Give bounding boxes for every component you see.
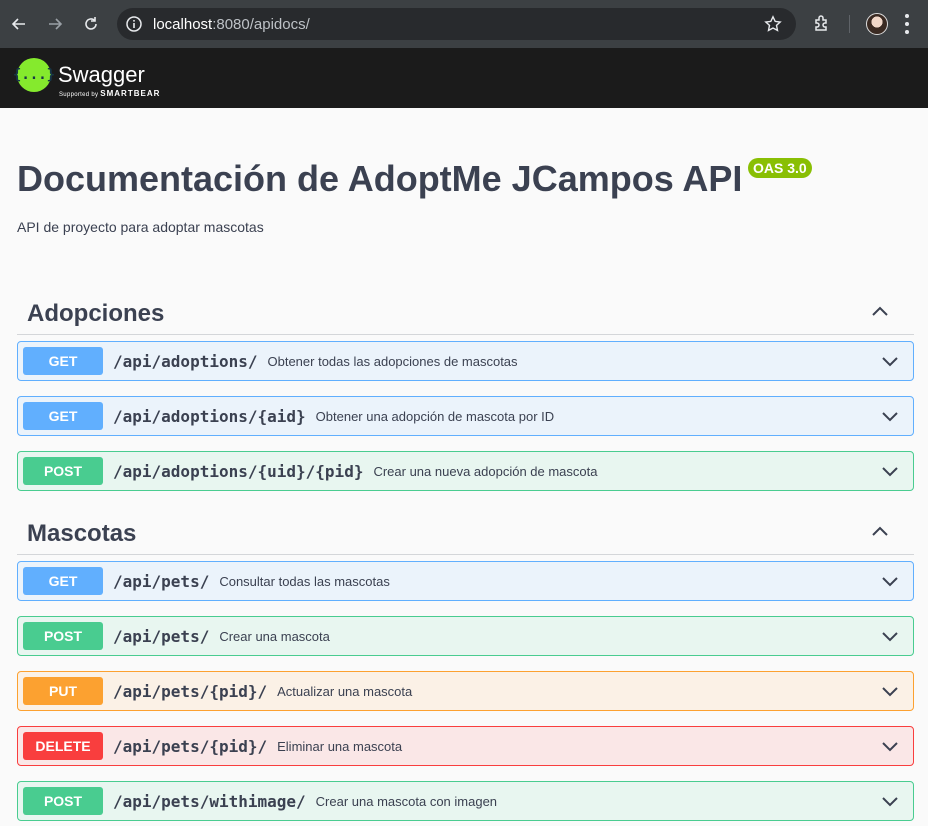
operation-delete-pet[interactable]: DELETE /api/pets/{pid}/ Eliminar una mas… [17, 726, 914, 766]
chevron-down-icon[interactable] [879, 350, 901, 372]
site-info-icon[interactable] [125, 15, 143, 33]
toolbar-divider [849, 15, 850, 33]
operation-path: /api/pets/withimage/ [113, 791, 306, 811]
operation-path: /api/pets/{pid}/ [113, 736, 268, 756]
operation-post-pet[interactable]: POST /api/pets/ Crear una mascota [17, 616, 914, 656]
page-title: Documentación de AdoptMe JCampos API [17, 158, 743, 199]
reload-icon [85, 17, 97, 30]
chevron-down-icon[interactable] [879, 405, 901, 427]
chevron-down-icon[interactable] [879, 625, 901, 647]
operation-path: /api/pets/ [113, 571, 210, 591]
method-badge: GET [23, 402, 103, 430]
method-badge: PUT [23, 677, 103, 705]
method-badge: DELETE [23, 732, 103, 760]
operation-get-pets[interactable]: GET /api/pets/ Consultar todas las masco… [17, 561, 914, 601]
extensions-puzzle-icon[interactable] [812, 14, 832, 34]
operation-path: /api/adoptions/ [113, 351, 258, 371]
forward-button[interactable] [42, 11, 68, 37]
address-bar[interactable]: localhost:8080/apidocs/ [117, 8, 796, 40]
operation-put-pet[interactable]: PUT /api/pets/{pid}/ Actualizar una masc… [17, 671, 914, 711]
chevron-up-icon[interactable] [868, 300, 892, 324]
chevron-down-icon[interactable] [879, 460, 901, 482]
chevron-down-icon[interactable] [879, 680, 901, 702]
method-badge: GET [23, 567, 103, 595]
section-header-mascotas[interactable]: Mascotas [17, 506, 914, 555]
chevron-down-icon[interactable] [879, 570, 901, 592]
browser-toolbar: localhost:8080/apidocs/ [0, 0, 928, 48]
operation-post-adoption[interactable]: POST /api/adoptions/{uid}/{pid} Crear un… [17, 451, 914, 491]
method-badge: POST [23, 457, 103, 485]
swagger-brand[interactable]: Swagger [58, 62, 145, 88]
arrow-right-icon [49, 18, 63, 30]
section-title: Adopciones [27, 300, 165, 327]
swagger-topbar: {...} Swagger Supported by SMARTBEAR [0, 48, 928, 108]
operation-summary: Crear una mascota [219, 628, 330, 644]
operation-path: /api/adoptions/{uid}/{pid} [113, 461, 364, 481]
operation-path: /api/pets/ [113, 626, 210, 646]
operation-summary: Consultar todas las mascotas [219, 573, 390, 589]
operation-get-adoption-by-id[interactable]: GET /api/adoptions/{aid} Obtener una ado… [17, 396, 914, 436]
url-text: localhost:8080/apidocs/ [153, 15, 310, 33]
method-badge: POST [23, 787, 103, 815]
operation-post-pet-withimage[interactable]: POST /api/pets/withimage/ Crear una masc… [17, 781, 914, 821]
operation-summary: Eliminar una mascota [277, 738, 403, 754]
operation-path: /api/adoptions/{aid} [113, 406, 306, 426]
arrow-left-icon [11, 18, 25, 30]
oas-version-badge: OAS 3.0 [748, 158, 812, 178]
reload-button[interactable] [78, 11, 104, 37]
chevron-down-icon[interactable] [879, 735, 901, 757]
section-header-adopciones[interactable]: Adopciones [17, 286, 914, 335]
profile-avatar[interactable] [866, 13, 888, 35]
operation-summary: Obtener todas las adopciones de mascotas [267, 353, 518, 369]
operation-summary: Actualizar una mascota [277, 683, 413, 699]
chevron-down-icon[interactable] [879, 790, 901, 812]
operation-path: /api/pets/{pid}/ [113, 681, 268, 701]
chevron-up-icon[interactable] [868, 520, 892, 544]
operation-summary: Crear una mascota con imagen [315, 793, 498, 809]
operation-summary: Obtener una adopción de mascota por ID [315, 408, 555, 424]
method-badge: POST [23, 622, 103, 650]
api-description: API de proyecto para adoptar mascotas [17, 219, 264, 235]
section-title: Mascotas [27, 520, 137, 547]
operation-summary: Crear una nueva adopción de mascota [373, 463, 598, 479]
method-badge: GET [23, 347, 103, 375]
supported-by-text: Supported by SMARTBEAR [59, 89, 161, 98]
operation-get-adoptions[interactable]: GET /api/adoptions/ Obtener todas las ad… [17, 341, 914, 381]
bookmark-star-icon[interactable] [764, 15, 782, 33]
back-button[interactable] [6, 11, 32, 37]
swagger-logo-icon[interactable]: {...} [13, 58, 55, 92]
browser-menu-icon[interactable] [904, 14, 910, 34]
